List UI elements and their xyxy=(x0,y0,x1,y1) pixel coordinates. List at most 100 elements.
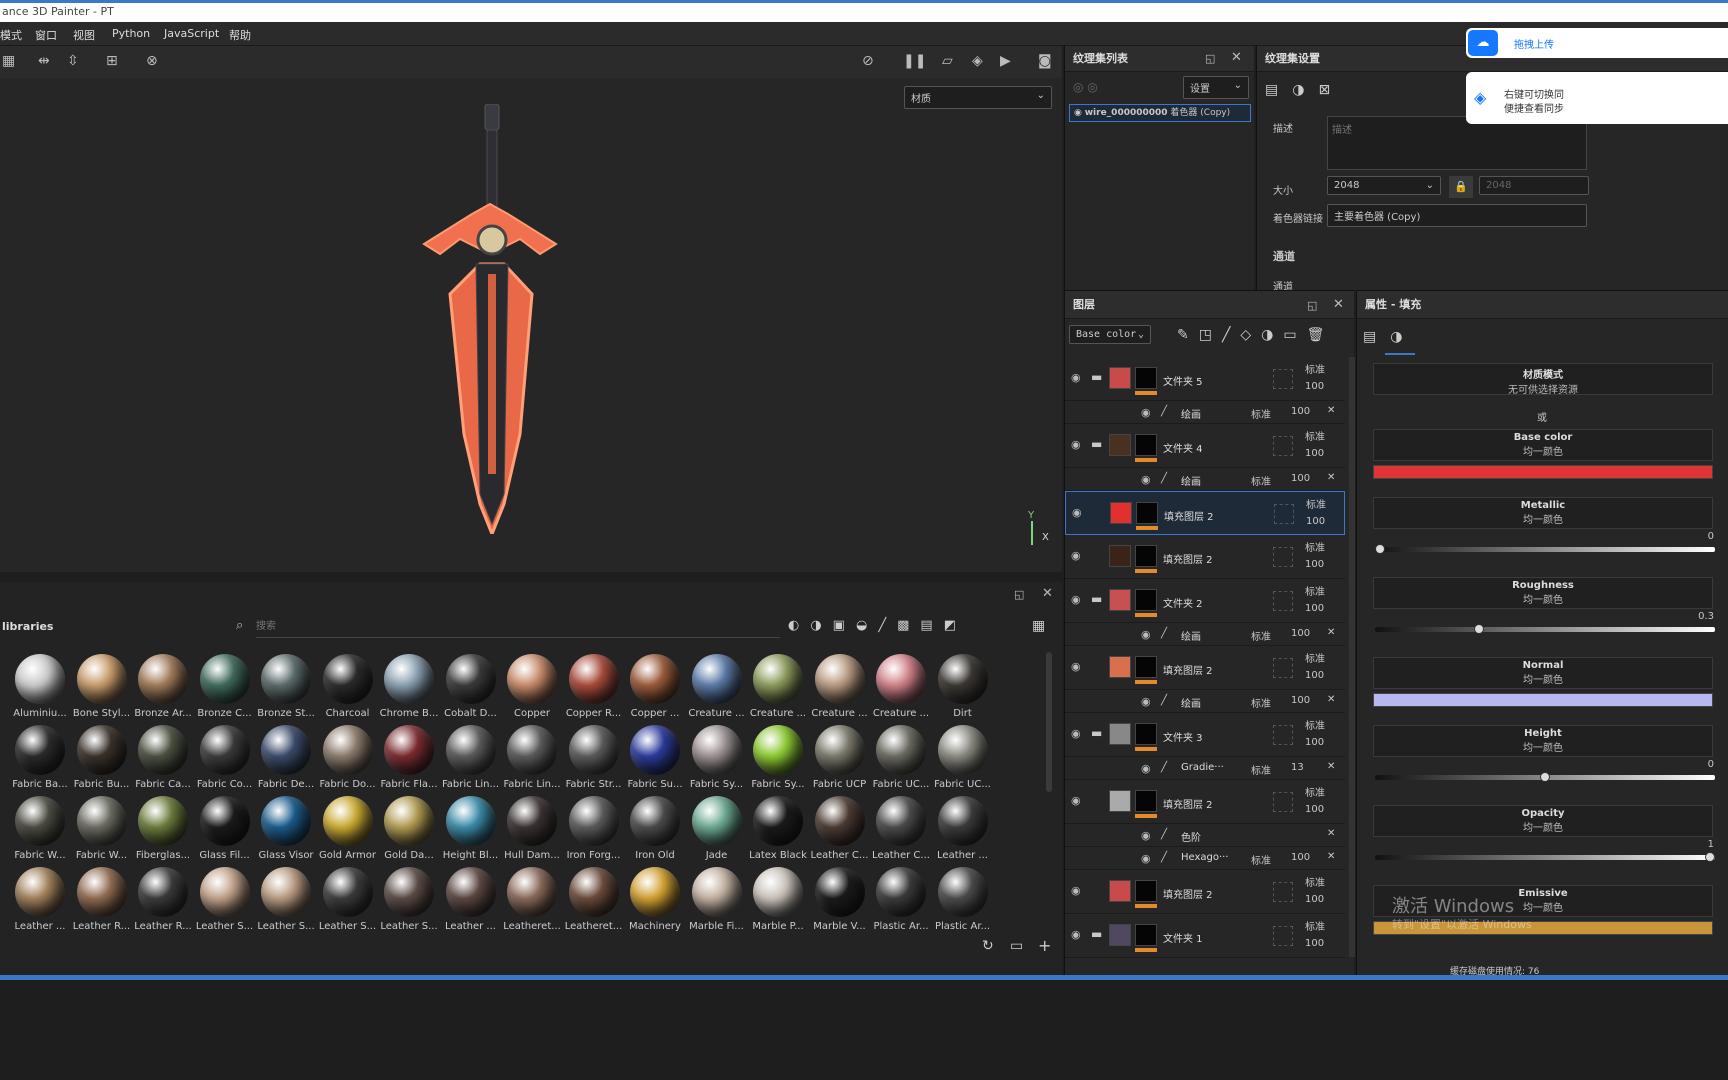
blend-mode[interactable]: 标准 xyxy=(1306,496,1326,511)
eye-icon[interactable]: ◉ xyxy=(1141,628,1151,641)
material-item[interactable]: Copper R... xyxy=(564,654,624,719)
upload-widget[interactable]: ☁ 拖拽上传 xyxy=(1466,28,1728,58)
sub-layer-row[interactable]: ◉ ╱ 绘画 标准 100 ✕ xyxy=(1065,623,1345,646)
grid-icon[interactable]: ▦ xyxy=(2,53,15,69)
material-item[interactable]: Bone Styl... xyxy=(72,654,132,719)
material-item[interactable]: Leather S... xyxy=(379,867,439,932)
material-item[interactable]: Fabric Su... xyxy=(625,725,685,790)
folder-icon[interactable]: ▭ xyxy=(1010,938,1023,954)
blend-mode[interactable]: 标准 xyxy=(1305,428,1325,443)
layer-effect-slot[interactable] xyxy=(1273,926,1293,946)
shelf-scrollbar[interactable] xyxy=(1046,652,1052,792)
eye-icon[interactable]: ◉ xyxy=(1071,794,1081,807)
mirror-y-icon[interactable]: ⇳ xyxy=(67,53,79,69)
opacity-value[interactable]: 13 xyxy=(1291,762,1304,773)
mirror-x-icon[interactable]: ⇹ xyxy=(38,53,50,69)
material-item[interactable]: Iron Old xyxy=(625,796,685,861)
layer-row[interactable]: ◉ 填充图层 2 标准 100 xyxy=(1065,870,1345,914)
channel-slider[interactable] xyxy=(1375,852,1715,862)
material-item[interactable]: Dirt xyxy=(933,654,993,719)
material-item[interactable]: Marble V... xyxy=(810,867,870,932)
material-item[interactable]: Copper ... xyxy=(625,654,685,719)
material-item[interactable]: Plastic Ar... xyxy=(933,867,993,932)
props-tab-icons[interactable]: ▤◑ xyxy=(1363,329,1416,345)
material-item[interactable]: Fabric UC... xyxy=(871,725,931,790)
sub-layer-row[interactable]: ◉ ╱ Hexago··· 标准 100 ✕ xyxy=(1065,847,1345,870)
layers-scrollbar[interactable] xyxy=(1349,357,1355,957)
material-item[interactable]: Leather R... xyxy=(133,867,193,932)
layer-row[interactable]: ◉ ▬ 文件夹 2 标准 100 xyxy=(1065,579,1345,623)
channel-color-swatch[interactable] xyxy=(1373,693,1713,707)
menu-window[interactable]: 窗口 xyxy=(35,27,57,43)
shader-link-select[interactable]: 主要着色器 (Copy) xyxy=(1327,204,1587,227)
menu-javascript[interactable]: JavaScript xyxy=(164,27,219,40)
material-item[interactable]: Fabric Lin... xyxy=(502,725,562,790)
layer-row[interactable]: ◉ 填充图层 2 标准 100 xyxy=(1065,491,1345,535)
slider-knob[interactable] xyxy=(1540,772,1550,782)
material-item[interactable]: Height Bl... xyxy=(441,796,501,861)
texture-set-settings-select[interactable]: 设置 ⌄ xyxy=(1183,76,1249,99)
remove-icon[interactable]: ✕ xyxy=(1327,851,1335,862)
material-item[interactable]: Gold Armor xyxy=(318,796,378,861)
grid-view-icon[interactable]: ▦ xyxy=(1032,618,1045,634)
opacity-value[interactable]: 100 xyxy=(1305,894,1324,905)
layer-tool-icons[interactable]: ✎◳╱◇◑▭🗑 xyxy=(1177,327,1334,343)
float-icon[interactable]: ◱ xyxy=(1307,299,1317,312)
opacity-value[interactable]: 100 xyxy=(1291,695,1310,706)
channel-slider[interactable] xyxy=(1375,544,1715,554)
eye-icon[interactable]: ◉ xyxy=(1072,506,1082,519)
material-item[interactable]: Leather C... xyxy=(810,796,870,861)
blend-mode[interactable]: 标准 xyxy=(1251,852,1271,867)
remove-icon[interactable]: ✕ xyxy=(1327,472,1335,483)
blend-mode[interactable]: 标准 xyxy=(1305,717,1325,732)
material-item[interactable]: Aluminiu... xyxy=(10,654,70,719)
material-item[interactable]: Leather S... xyxy=(256,867,316,932)
layer-effect-slot[interactable] xyxy=(1273,725,1293,745)
menu-mode[interactable]: 模式 xyxy=(0,27,22,43)
layer-effect-slot[interactable] xyxy=(1273,792,1293,812)
material-item[interactable]: Leatheret... xyxy=(502,867,562,932)
layer-row[interactable]: ◉ ▬ 文件夹 4 标准 100 xyxy=(1065,424,1345,468)
eye-icon[interactable]: ◉ xyxy=(1141,406,1151,419)
blend-mode[interactable]: 标准 xyxy=(1305,918,1325,933)
blend-mode[interactable]: 标准 xyxy=(1251,762,1271,777)
eye-icon[interactable]: ◉ xyxy=(1071,884,1081,897)
blend-mode[interactable]: 标准 xyxy=(1305,874,1325,889)
refresh-icon[interactable]: ↻ xyxy=(982,938,994,954)
layer-row[interactable]: ◉ 填充图层 2 标准 100 xyxy=(1065,535,1345,579)
material-item[interactable]: Fabric UCP xyxy=(810,725,870,790)
material-item[interactable]: Fabric Str... xyxy=(564,725,624,790)
eye-icon[interactable]: ◉ xyxy=(1071,438,1081,451)
close-icon[interactable]: ✕ xyxy=(1333,297,1344,312)
camera-video-icon[interactable]: ▶ xyxy=(1000,53,1011,69)
add-resource-icon[interactable]: + xyxy=(1038,936,1051,955)
blend-mode[interactable]: 标准 xyxy=(1305,650,1325,665)
material-item[interactable]: Leather S... xyxy=(318,867,378,932)
material-item[interactable]: Charcoal xyxy=(318,654,378,719)
screenshot-icon[interactable]: ◙ xyxy=(1038,53,1052,69)
eye-icon[interactable]: ◉ xyxy=(1071,549,1081,562)
channel-base-color-block[interactable]: Base color 均一颜色 xyxy=(1373,429,1713,461)
material-item[interactable]: Fabric Sy... xyxy=(748,725,808,790)
eye-icon[interactable]: ◉ xyxy=(1074,108,1082,118)
channel-value[interactable]: 0 xyxy=(1708,759,1714,770)
eye-icon[interactable]: ◉ xyxy=(1071,371,1081,384)
opacity-value[interactable]: 100 xyxy=(1305,381,1324,392)
opacity-value[interactable]: 100 xyxy=(1291,852,1310,863)
opacity-value[interactable]: 100 xyxy=(1306,516,1325,527)
material-item[interactable]: Fabric Co... xyxy=(195,725,255,790)
channel-roughness-block[interactable]: Roughness 均一颜色 xyxy=(1373,577,1713,609)
opacity-value[interactable]: 100 xyxy=(1305,559,1324,570)
layer-row[interactable]: ◉ ▬ 文件夹 1 标准 100 xyxy=(1065,914,1345,958)
channel-opacity-block[interactable]: Opacity 均一颜色 xyxy=(1373,805,1713,837)
material-item[interactable]: Leather ... xyxy=(441,867,501,932)
cube-icon[interactable]: ◈ xyxy=(972,53,983,69)
material-item[interactable]: Marble P... xyxy=(748,867,808,932)
shelf-filter-icons[interactable]: ◐◑▣◒╱▩▤◩ xyxy=(788,618,967,633)
sub-layer-row[interactable]: ◉ ╱ 绘画 标准 100 ✕ xyxy=(1065,468,1345,491)
material-item[interactable]: Leather C... xyxy=(871,796,931,861)
blend-mode[interactable]: 标准 xyxy=(1305,361,1325,376)
eye-icon[interactable]: ◉ xyxy=(1071,660,1081,673)
pause-icon[interactable]: ❚❚ xyxy=(903,53,926,69)
material-item[interactable]: Creature ... xyxy=(748,654,808,719)
